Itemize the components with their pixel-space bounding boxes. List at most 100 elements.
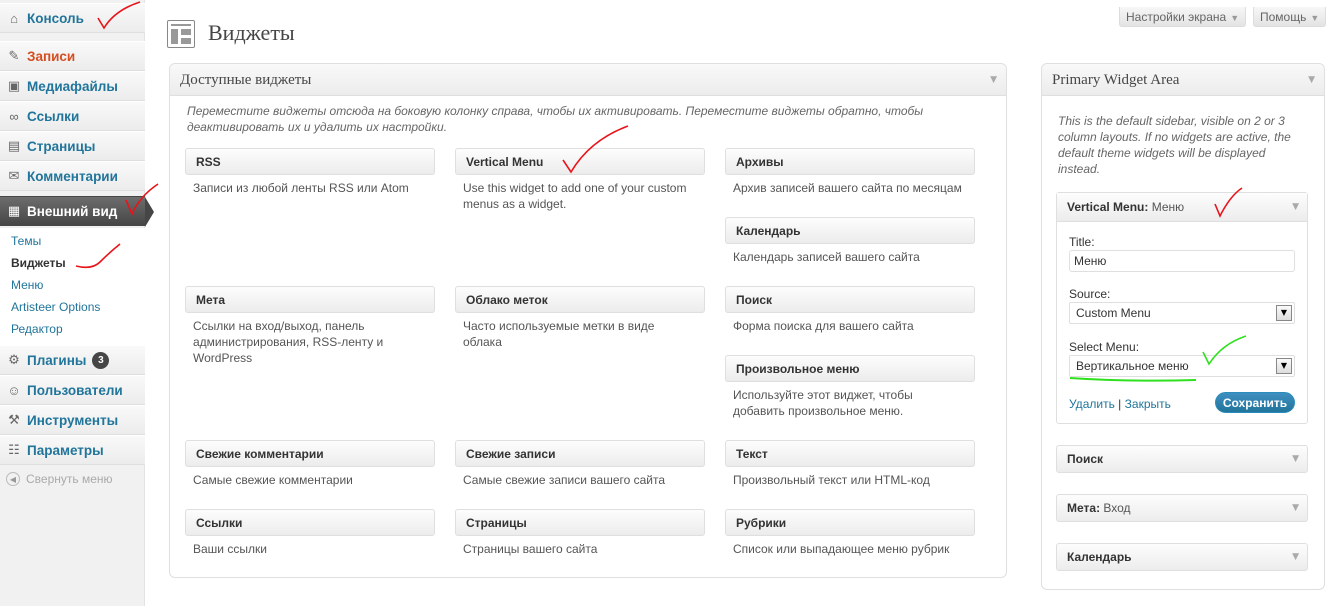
- widget-title[interactable]: Vertical Menu: [455, 148, 705, 175]
- menu-select[interactable]: Вертикальное меню ▼: [1069, 355, 1295, 377]
- available-widgets-header[interactable]: Доступные виджеты ▼: [170, 64, 1006, 96]
- primary-widget-area-header[interactable]: Primary Widget Area ▼: [1042, 64, 1324, 96]
- active-arrow: [145, 197, 154, 227]
- menu-item-comments[interactable]: ✉ Комментарии: [0, 161, 145, 191]
- collapse-menu-button[interactable]: ◀ Свернуть меню: [6, 472, 113, 486]
- toggle-arrow-icon[interactable]: ▼: [1292, 193, 1299, 222]
- widget-subtitle: Меню: [1151, 200, 1185, 214]
- widget-description: Записи из любой ленты RSS или Atom: [193, 181, 409, 195]
- source-value: Custom Menu: [1076, 306, 1151, 320]
- widget-recent-comments[interactable]: Свежие комментарии Самые свежие коммента…: [185, 440, 435, 488]
- home-icon: ⌂: [10, 10, 18, 26]
- help-button[interactable]: Помощь ▼: [1253, 7, 1327, 27]
- widget-custom-menu[interactable]: Произвольное меню Используйте этот видже…: [725, 355, 975, 419]
- menu-label: Страницы: [27, 138, 96, 154]
- toggle-arrow-icon[interactable]: ▼: [1292, 446, 1299, 473]
- menu-item-console[interactable]: ⌂ Консоль: [0, 3, 145, 33]
- widget-title[interactable]: Рубрики: [725, 509, 975, 536]
- widget-title[interactable]: Произвольное меню: [725, 355, 975, 382]
- screen-options-button[interactable]: Настройки экрана ▼: [1119, 7, 1247, 27]
- widget-vertical-menu[interactable]: Vertical Menu Use this widget to add one…: [455, 148, 705, 212]
- toggle-arrow-icon[interactable]: ▼: [1292, 544, 1299, 571]
- menu-label: Консоль: [27, 10, 84, 26]
- widget-description: Используйте этот виджет, чтобы добавить …: [733, 388, 913, 418]
- widget-tag-cloud[interactable]: Облако меток Часто используемые метки в …: [455, 286, 705, 350]
- panel-title: Primary Widget Area: [1052, 72, 1180, 88]
- widget-recent-posts[interactable]: Свежие записи Самые свежие записи вашего…: [455, 440, 705, 488]
- menu-label: Внешний вид: [27, 203, 118, 219]
- toggle-arrow-icon[interactable]: ▼: [1308, 64, 1315, 96]
- chevron-down-icon: ▼: [1230, 13, 1240, 23]
- users-icon: ☺: [7, 382, 21, 398]
- widget-name: Vertical Menu:: [1067, 200, 1149, 214]
- widget-title[interactable]: Ссылки: [185, 509, 435, 536]
- save-button[interactable]: Сохранить: [1215, 392, 1295, 413]
- menu-item-plugins[interactable]: ⚙ Плагины 3: [0, 345, 145, 375]
- widget-pages[interactable]: Страницы Страницы вашего сайта: [455, 509, 705, 557]
- menu-item-appearance[interactable]: ▦ Внешний вид: [0, 196, 154, 227]
- appearance-icon: ▦: [7, 203, 21, 218]
- comment-icon: ✉: [8, 168, 20, 183]
- menu-item-posts[interactable]: ✎ Записи: [0, 41, 145, 71]
- menu-item-media[interactable]: ▣ Медиафайлы: [0, 71, 145, 101]
- link-separator: |: [1118, 397, 1122, 411]
- widget-meta[interactable]: Мета Ссылки на вход/выход, панель админи…: [185, 286, 435, 366]
- menu-item-links[interactable]: ∞ Ссылки: [0, 101, 145, 131]
- chevron-down-icon[interactable]: ▼: [1276, 358, 1292, 374]
- menu-item-pages[interactable]: ▤ Страницы: [0, 131, 145, 161]
- widget-title[interactable]: Свежие комментарии: [185, 440, 435, 467]
- source-select[interactable]: Custom Menu ▼: [1069, 302, 1295, 324]
- widget-rss[interactable]: RSS Записи из любой ленты RSS или Atom: [185, 148, 435, 196]
- widget-title[interactable]: Страницы: [455, 509, 705, 536]
- widget-name: Календарь: [1067, 550, 1132, 564]
- widgets-page-icon: [167, 20, 195, 48]
- menu-label: Инструменты: [27, 412, 119, 428]
- submenu-item-artisteer[interactable]: Artisteer Options: [0, 296, 145, 318]
- open-widget-header[interactable]: Vertical Menu: Меню ▼: [1057, 193, 1307, 222]
- menu-label: Плагины: [27, 352, 87, 368]
- sidebar-widget-meta[interactable]: Мета: Вход ▼: [1056, 494, 1308, 522]
- widget-title[interactable]: Поиск: [725, 286, 975, 313]
- widget-title[interactable]: Архивы: [725, 148, 975, 175]
- widget-description: Самые свежие комментарии: [193, 473, 353, 487]
- widget-name: Поиск: [1067, 452, 1104, 466]
- widget-title[interactable]: Свежие записи: [455, 440, 705, 467]
- widget-archives[interactable]: Архивы Архив записей вашего сайта по мес…: [725, 148, 975, 196]
- widget-title[interactable]: Мета: [185, 286, 435, 313]
- chevron-down-icon: ▼: [1310, 13, 1320, 23]
- widget-categories[interactable]: Рубрики Список или выпадающее меню рубри…: [725, 509, 975, 557]
- submenu-item-themes[interactable]: Темы: [0, 230, 145, 252]
- widget-name: Мета:: [1067, 501, 1101, 515]
- menu-item-settings[interactable]: ☷ Параметры: [0, 435, 145, 465]
- page-icon: ▤: [7, 138, 21, 153]
- primary-widget-area-description: This is the default sidebar, visible on …: [1058, 114, 1291, 176]
- widget-title[interactable]: Текст: [725, 440, 975, 467]
- menu-label: Пользователи: [27, 382, 123, 398]
- widget-title[interactable]: RSS: [185, 148, 435, 175]
- tools-icon: ⚒: [8, 412, 20, 427]
- sidebar-widget-calendar[interactable]: Календарь ▼: [1056, 543, 1308, 571]
- submenu-item-editor[interactable]: Редактор: [0, 318, 145, 340]
- close-link[interactable]: Закрыть: [1125, 397, 1171, 411]
- widget-search[interactable]: Поиск Форма поиска для вашего сайта: [725, 286, 975, 334]
- menu-item-tools[interactable]: ⚒ Инструменты: [0, 405, 145, 435]
- widget-control-links: Удалить | Закрыть: [1069, 397, 1171, 411]
- submenu-item-widgets[interactable]: Виджеты: [0, 252, 145, 274]
- delete-link[interactable]: Удалить: [1069, 397, 1115, 411]
- widget-text[interactable]: Текст Произвольный текст или HTML-код: [725, 440, 975, 488]
- plugin-icon: ⚙: [8, 352, 20, 367]
- widget-links[interactable]: Ссылки Ваши ссылки: [185, 509, 435, 557]
- sidebar-widget-search[interactable]: Поиск ▼: [1056, 445, 1308, 473]
- toggle-arrow-icon[interactable]: ▼: [1292, 495, 1299, 522]
- chevron-down-icon[interactable]: ▼: [1276, 305, 1292, 321]
- submenu-item-menus[interactable]: Меню: [0, 274, 145, 296]
- pin-icon: ✎: [8, 48, 20, 63]
- title-input[interactable]: Меню: [1069, 250, 1295, 272]
- menu-label: Медиафайлы: [27, 78, 118, 94]
- menu-item-users[interactable]: ☺ Пользователи: [0, 375, 145, 405]
- toggle-arrow-icon[interactable]: ▼: [990, 64, 997, 96]
- widget-calendar[interactable]: Календарь Календарь записей вашего сайта: [725, 217, 975, 265]
- menu-label: Параметры: [27, 442, 104, 458]
- widget-title[interactable]: Календарь: [725, 217, 975, 244]
- widget-title[interactable]: Облако меток: [455, 286, 705, 313]
